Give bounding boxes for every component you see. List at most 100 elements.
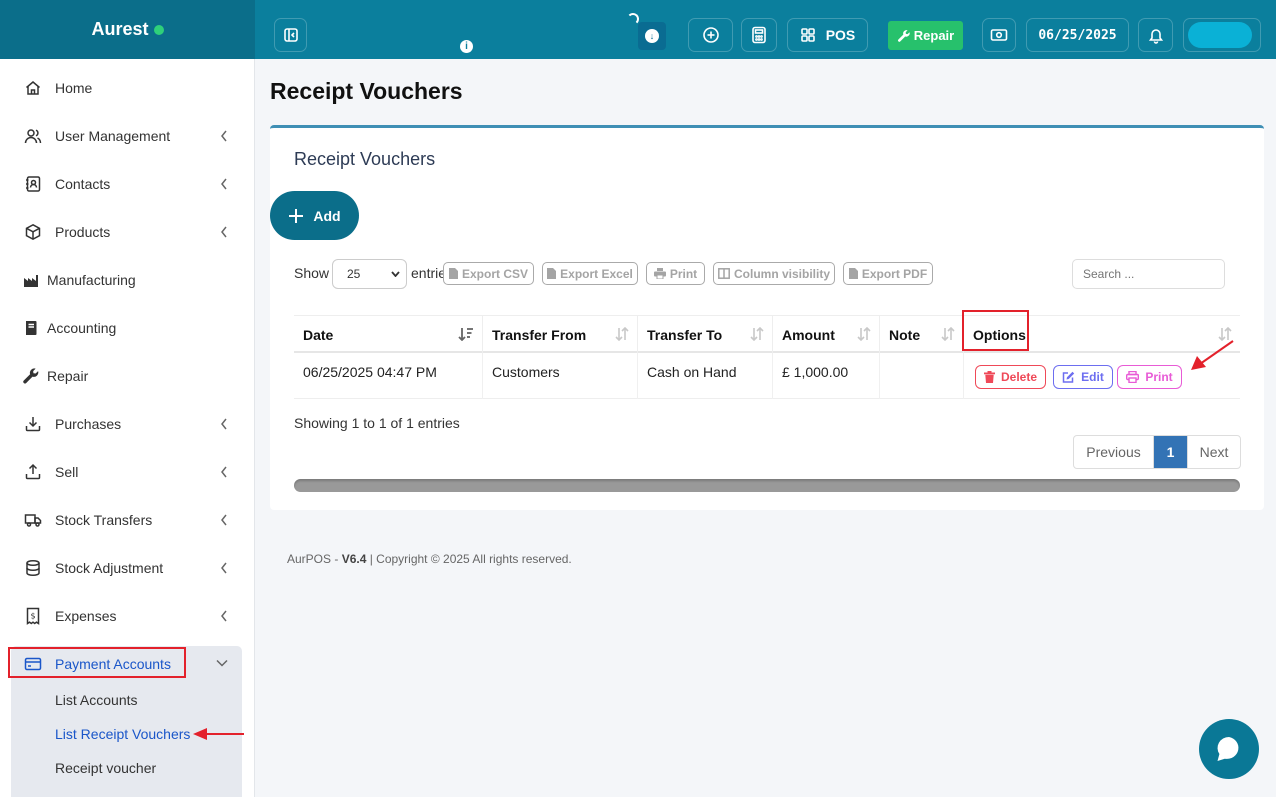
export-excel-button[interactable]: Export Excel (542, 262, 638, 285)
horizontal-scrollbar[interactable] (294, 479, 1240, 492)
columns-icon (718, 268, 730, 279)
sidebar: Home User Management Contacts Products M… (0, 59, 255, 797)
add-voucher-button[interactable]: Add (270, 191, 359, 240)
pagination-next[interactable]: Next (1187, 436, 1240, 468)
calculator-button[interactable] (741, 18, 777, 52)
export-pdf-button[interactable]: Export PDF (843, 262, 933, 285)
receipt-icon: $ (22, 605, 44, 627)
sidebar-item-label: Accounting (47, 320, 117, 336)
column-visibility-label: Column visibility (733, 266, 830, 281)
sidebar-toggle-button[interactable] (274, 18, 307, 52)
svg-text:$: $ (30, 612, 35, 621)
sidebar-item-label: Repair (47, 368, 89, 384)
trash-icon (983, 371, 995, 383)
sidebar-item-sell[interactable]: Sell (22, 457, 242, 487)
table-search-input[interactable] (1072, 259, 1225, 289)
sidebar-item-label: User Management (55, 128, 171, 144)
column-header-amount[interactable]: Amount (773, 316, 880, 354)
export-pdf-label: Export PDF (861, 266, 928, 281)
users-icon (22, 125, 44, 147)
print-table-label: Print (669, 266, 698, 281)
sidebar-item-contacts[interactable]: Contacts (22, 169, 242, 199)
show-label: Show (294, 265, 330, 281)
upload-icon (22, 461, 44, 483)
delete-button[interactable]: Delete (975, 365, 1046, 389)
export-csv-button[interactable]: Export CSV (443, 262, 534, 285)
chat-bubble-icon (1214, 734, 1244, 764)
printer-icon (653, 268, 666, 279)
cell-note (880, 353, 964, 399)
column-header-transfer-from[interactable]: Transfer From (483, 316, 638, 354)
sort-icon (750, 327, 764, 341)
pagination-page-1[interactable]: 1 (1154, 436, 1187, 468)
download-icon (22, 413, 44, 435)
pos-button[interactable]: POS (787, 18, 868, 52)
plus-circle-icon (702, 26, 720, 44)
cell-date: 06/25/2025 04:47 PM (294, 353, 483, 399)
repair-button[interactable]: Repair (888, 21, 963, 50)
notifications-button[interactable] (1138, 18, 1173, 52)
brand-name: Aurest (91, 19, 149, 39)
edit-button[interactable]: Edit (1053, 365, 1113, 389)
cell-transfer-from: Customers (483, 353, 638, 399)
sidebar-item-user-management[interactable]: User Management (22, 121, 242, 151)
sidebar-item-label: Expenses (55, 608, 117, 624)
sidebar-item-products[interactable]: Products (22, 217, 242, 247)
footer-app: AurPOS - (287, 552, 342, 566)
calculator-icon (751, 26, 767, 44)
database-icon (22, 557, 44, 579)
sidebar-subitem-list-receipt-vouchers[interactable]: List Receipt Vouchers (55, 726, 190, 742)
cash-register-button[interactable] (982, 18, 1016, 52)
highlight-box-payment-accounts (8, 647, 186, 678)
table-info: Showing 1 to 1 of 1 entries (294, 415, 460, 431)
footer-version: V6.4 (341, 552, 367, 566)
file-csv-icon (448, 268, 458, 279)
column-header-date[interactable]: Date (294, 316, 483, 354)
sidebar-item-label: Purchases (55, 416, 122, 432)
edit-icon (1062, 371, 1075, 383)
sidebar-item-label: Manufacturing (47, 272, 136, 288)
sidebar-item-manufacturing[interactable]: Manufacturing (20, 265, 240, 295)
contacts-icon (22, 173, 44, 195)
printer-icon (1126, 371, 1140, 383)
add-label: Add (313, 207, 341, 224)
cell-amount: £ 1,000.00 (773, 353, 880, 399)
sidebar-item-accounting[interactable]: Accounting (20, 313, 240, 343)
chevron-left-icon (220, 562, 228, 574)
table-header: Date Transfer From Transfer To Amount No… (294, 315, 1240, 354)
online-status-dot (153, 24, 164, 35)
add-quick-button[interactable] (688, 18, 733, 52)
page-length-value: 25 (347, 267, 361, 281)
sidebar-item-stock-adjustment[interactable]: Stock Adjustment (22, 553, 242, 583)
page-title: Receipt Vouchers (270, 78, 463, 104)
sidebar-item-home[interactable]: Home (22, 73, 242, 103)
column-header-transfer-to[interactable]: Transfer To (638, 316, 773, 354)
sidebar-item-label: Stock Adjustment (55, 560, 164, 576)
chevron-left-icon (220, 130, 228, 142)
sidebar-item-label: Stock Transfers (55, 512, 153, 528)
print-label: Print (1145, 370, 1173, 384)
book-icon (20, 317, 42, 339)
column-header-note[interactable]: Note (880, 316, 964, 354)
pagination-previous[interactable]: Previous (1074, 436, 1154, 468)
sidebar-subitem-list-accounts[interactable]: List Accounts (55, 692, 138, 708)
home-icon (22, 77, 44, 99)
sidebar-item-purchases[interactable]: Purchases (22, 409, 242, 439)
print-table-button[interactable]: Print (646, 262, 705, 285)
chevron-left-icon (220, 418, 228, 430)
download-app-button[interactable]: ↓ (638, 22, 666, 50)
page-length-select[interactable]: 25 (332, 259, 407, 289)
repair-label: Repair (913, 28, 955, 43)
sidebar-item-repair[interactable]: Repair (20, 361, 240, 391)
print-voucher-button[interactable]: Print (1117, 365, 1182, 389)
avatar[interactable] (1188, 22, 1252, 48)
sidebar-subitem-receipt-voucher[interactable]: Receipt voucher (55, 760, 156, 776)
sidebar-item-expenses[interactable]: $ Expenses (22, 601, 242, 631)
chat-button[interactable] (1199, 719, 1259, 779)
grid-icon (800, 27, 816, 43)
info-icon[interactable]: i (460, 40, 473, 53)
cell-transfer-to: Cash on Hand (638, 353, 773, 399)
sidebar-item-stock-transfers[interactable]: Stock Transfers (22, 505, 242, 535)
column-visibility-button[interactable]: Column visibility (713, 262, 835, 285)
brand-logo[interactable]: Aurest (0, 0, 255, 59)
